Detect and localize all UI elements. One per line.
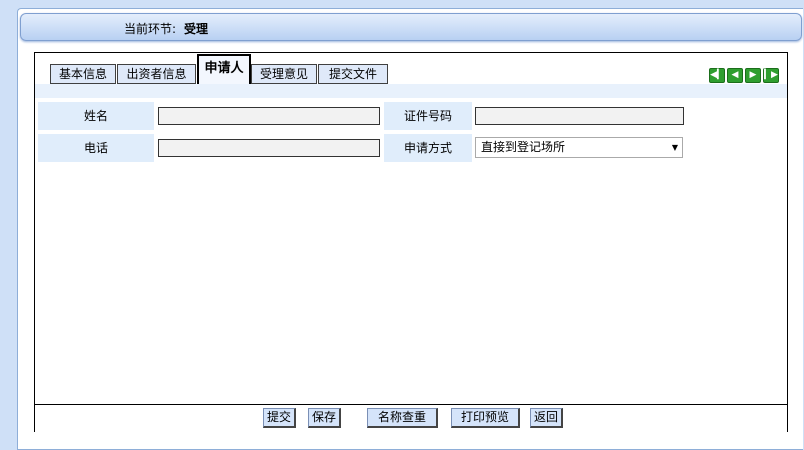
tab-basic-info[interactable]: 基本信息: [50, 64, 116, 84]
apply-method-select[interactable]: 直接到登记场所 ▼: [475, 137, 683, 158]
phone-field[interactable]: [158, 139, 380, 157]
id-number-field[interactable]: [475, 107, 684, 125]
id-number-label: 证件号码: [384, 102, 472, 130]
name-label: 姓名: [38, 102, 154, 130]
page-navigation: ◀▎ ◀ ▶ ▎▶: [707, 66, 779, 83]
action-bar: 提交 保存 名称查重 打印预览 返回: [35, 404, 787, 432]
save-button[interactable]: 保存: [308, 408, 341, 428]
apply-method-label: 申请方式: [384, 134, 472, 162]
stage-value: 受理: [184, 22, 209, 36]
name-check-button[interactable]: 名称查重: [367, 408, 438, 428]
apply-method-value: 直接到登记场所: [481, 140, 566, 154]
first-page-icon[interactable]: ◀▎: [709, 68, 725, 83]
form-row-1: 姓名 证件号码: [38, 102, 784, 132]
prev-page-icon[interactable]: ◀: [727, 68, 743, 83]
last-page-icon[interactable]: ▎▶: [763, 68, 779, 83]
tab-underline: [35, 84, 787, 98]
stage-label: 当前环节:: [124, 22, 177, 36]
tab-acceptance-opinion[interactable]: 受理意见: [251, 64, 317, 84]
tab-investor-info[interactable]: 出资者信息: [117, 64, 196, 84]
tab-applicant[interactable]: 申请人: [197, 54, 251, 86]
form-row-2: 电话 申请方式 直接到登记场所 ▼: [38, 134, 784, 164]
submit-button[interactable]: 提交: [263, 408, 296, 428]
print-preview-button[interactable]: 打印预览: [451, 408, 520, 428]
main-panel: 基本信息 出资者信息 申请人 受理意见 提交文件 ◀▎ ◀ ▶ ▎▶ 姓名 证件号码 …: [34, 52, 788, 432]
phone-label: 电话: [38, 134, 154, 162]
tab-submitted-files[interactable]: 提交文件: [318, 64, 388, 84]
chevron-down-icon: ▼: [671, 143, 678, 152]
name-field[interactable]: [158, 107, 380, 125]
stage-header: 当前环节: 受理: [20, 13, 802, 41]
next-page-icon[interactable]: ▶: [745, 68, 761, 83]
back-button[interactable]: 返回: [530, 408, 563, 428]
